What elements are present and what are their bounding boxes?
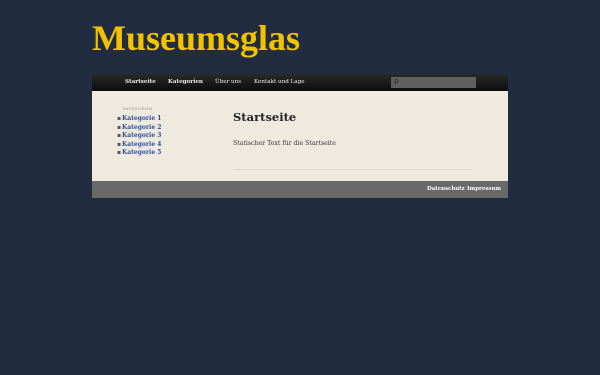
bullet-icon: ▪	[117, 149, 122, 156]
footer: Datenschutz Impressum	[92, 181, 508, 198]
nav-item-ueber-uns[interactable]: Über uns	[215, 74, 241, 91]
site-title[interactable]: Museumsglas	[92, 16, 300, 60]
category-label: Kategorie 1	[122, 115, 162, 122]
page-text: Statischer Text für die Startseite	[233, 140, 336, 147]
category-item[interactable]: ▪Kategorie 1	[117, 115, 161, 124]
category-label: Kategorie 5	[122, 149, 162, 156]
nav-item-kontakt[interactable]: Kontakt und Lage	[254, 74, 305, 91]
bullet-icon: ▪	[117, 115, 122, 122]
bullet-icon: ▪	[117, 132, 122, 139]
nav-item-startseite[interactable]: Startseite	[125, 74, 156, 91]
category-label: Kategorie 3	[122, 132, 162, 139]
category-item[interactable]: ▪Kategorie 3	[117, 132, 161, 141]
page-title: Startseite	[233, 110, 297, 124]
footer-link-impressum[interactable]: Impressum	[467, 181, 501, 197]
category-item[interactable]: ▪Kategorie 2	[117, 124, 161, 133]
category-item[interactable]: ▪Kategorie 5	[117, 149, 161, 158]
search-input[interactable]	[391, 77, 476, 88]
footer-link-datenschutz[interactable]: Datenschutz	[427, 181, 465, 197]
sidebar-heading: KATEGORIEN	[123, 106, 153, 111]
search-icon	[394, 79, 399, 86]
bullet-icon: ▪	[117, 123, 122, 131]
category-label: Kategorie 4	[122, 140, 162, 148]
category-label: Kategorie 2	[122, 123, 162, 131]
category-list: ▪Kategorie 1 ▪Kategorie 2 ▪Kategorie 3 ▪…	[117, 115, 161, 158]
category-item[interactable]: ▪Kategorie 4	[117, 141, 161, 150]
main-navigation: Startseite Kategorien Über uns Kontakt u…	[92, 74, 508, 91]
divider	[233, 169, 473, 170]
bullet-icon: ▪	[117, 140, 122, 148]
nav-item-kategorien[interactable]: Kategorien	[168, 74, 203, 91]
